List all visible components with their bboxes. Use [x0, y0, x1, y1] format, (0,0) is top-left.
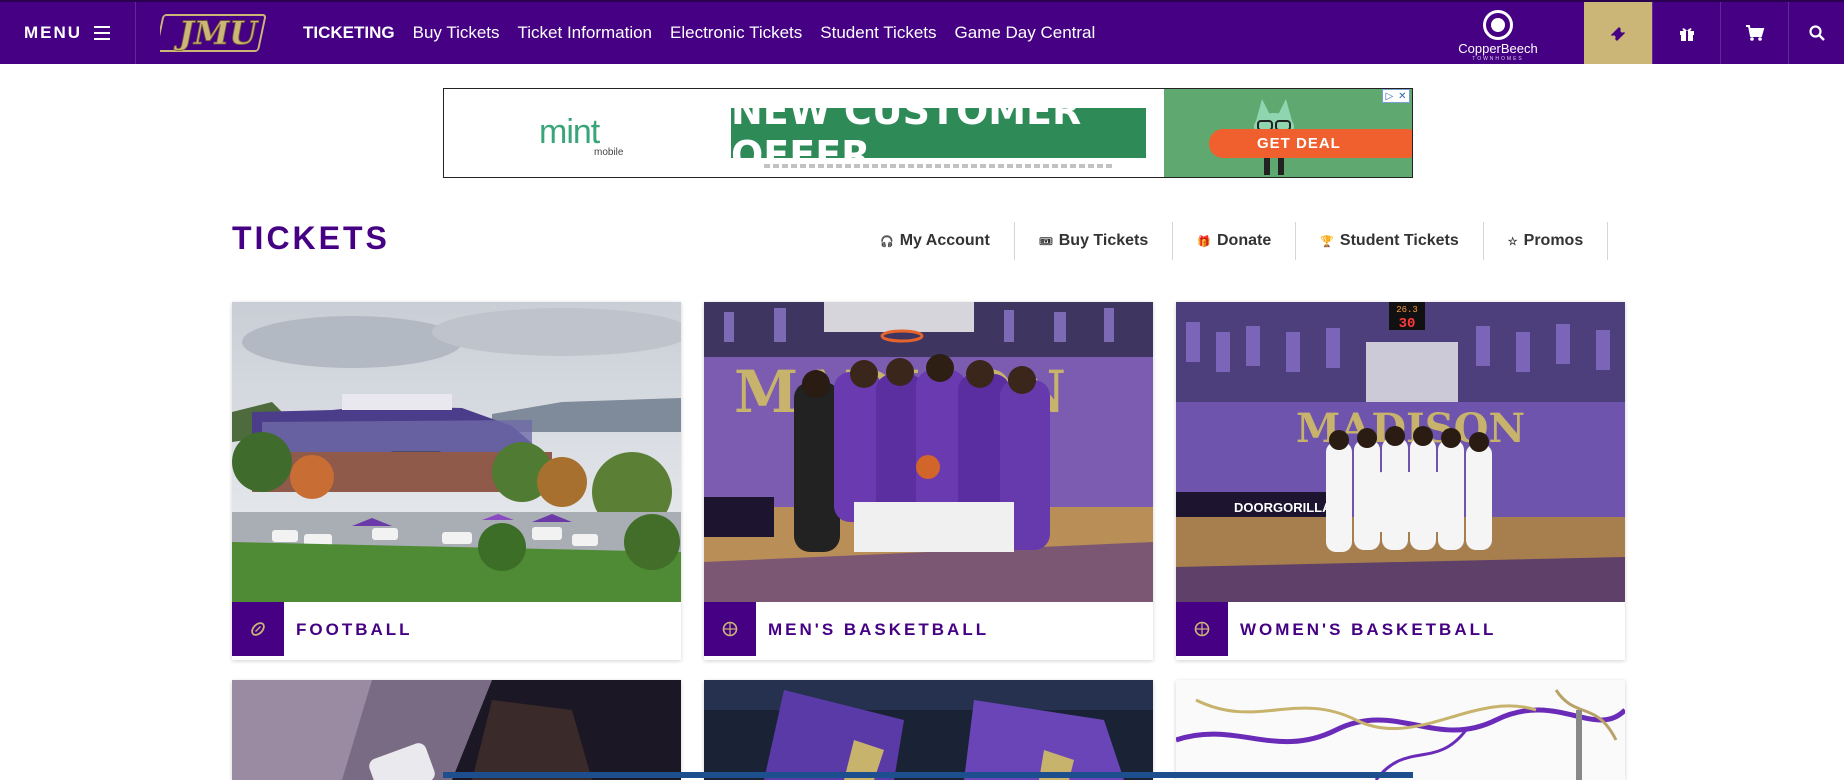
subnav-label: Buy Tickets	[1058, 232, 1149, 249]
tickets-button[interactable]	[1584, 2, 1652, 64]
ticket-icon: 🎟	[1038, 235, 1053, 248]
promo-card-flags[interactable]	[704, 680, 1153, 780]
nav-electronic-tickets[interactable]: Electronic Tickets	[670, 23, 802, 43]
ad-brand: mint	[539, 113, 600, 151]
subnav-label: Promos	[1523, 232, 1584, 249]
search-button[interactable]	[1788, 2, 1844, 64]
sticky-ad-edge	[443, 772, 1413, 778]
sport-card-mens-basketball[interactable]: MADISON	[704, 302, 1153, 660]
card-label: WOMEN'S BASKETBALL	[1240, 620, 1497, 639]
ad-banner[interactable]: mint mobile NEW CUSTOMER OFFER GET DEAL …	[443, 88, 1413, 178]
promo-card-celebration[interactable]	[1176, 680, 1625, 780]
subnav-label: Student Tickets	[1339, 232, 1459, 249]
ad-choices-icon[interactable]: ▷ ✕	[1382, 89, 1410, 103]
streamers-photo	[1176, 680, 1625, 780]
sponsor-sub: TOWNHOMES	[1472, 56, 1524, 62]
svg-text:DOORGORILLA: DOORGORILLA	[1234, 500, 1332, 515]
basketball-icon	[1176, 602, 1228, 656]
star-icon: ☆	[1507, 235, 1518, 248]
svg-text:26.3: 26.3	[1396, 305, 1418, 315]
nav-ticket-information[interactable]: Ticket Information	[518, 23, 652, 43]
hamburger-icon	[94, 26, 111, 40]
page-title: TICKETS	[232, 220, 390, 256]
womens-basketball-photo: 26.3 30 MADISON DOORGORILLA	[1176, 302, 1625, 602]
subnav-my-account[interactable]: 🎧 My Account	[856, 222, 1015, 260]
headset-icon: 🎧	[880, 235, 894, 248]
sponsor-mark-icon	[1483, 10, 1513, 40]
sponsor-logo[interactable]: CopperBeech TOWNHOMES	[1448, 8, 1548, 62]
nav-game-day-central[interactable]: Game Day Central	[955, 23, 1096, 43]
ticket-sub-nav: 🎧 My Account 🎟 Buy Tickets 🎁 Donate 🏆 St…	[856, 222, 1609, 260]
search-icon	[1808, 25, 1825, 41]
primary-nav: TICKETING Buy Tickets Ticket Information…	[303, 2, 1113, 64]
card-label: FOOTBALL	[296, 620, 413, 639]
svg-text:30: 30	[1399, 316, 1416, 332]
ad-headline: NEW CUSTOMER OFFER	[731, 89, 1146, 177]
subnav-promos[interactable]: ☆ Promos	[1484, 222, 1609, 260]
nav-ticketing[interactable]: TICKETING	[303, 23, 395, 43]
gift-icon: 🎁	[1197, 235, 1211, 248]
card-label: MEN'S BASKETBALL	[768, 620, 990, 639]
purple-flags-photo	[704, 680, 1153, 780]
gift-button[interactable]	[1652, 2, 1720, 64]
svg-text:JMU: JMU	[173, 14, 260, 52]
menu-label: MENU	[24, 23, 83, 42]
nav-buy-tickets[interactable]: Buy Tickets	[413, 23, 500, 43]
gift-icon	[1679, 28, 1694, 41]
ad-brand-sub: mobile	[594, 147, 624, 158]
subnav-donate[interactable]: 🎁 Donate	[1173, 222, 1297, 260]
sport-card-football[interactable]: FOOTBALL	[232, 302, 681, 660]
subnav-label: My Account	[899, 232, 990, 249]
ticket-icon	[1611, 27, 1625, 41]
ad-get-deal-button[interactable]: GET DEAL	[1209, 129, 1412, 158]
mens-basketball-photo: MADISON	[704, 302, 1153, 602]
subnav-buy-tickets[interactable]: 🎟 Buy Tickets	[1015, 222, 1174, 260]
football-icon	[232, 602, 284, 656]
sport-card-womens-basketball[interactable]: 26.3 30 MADISON DOORGORILLA WOMEN'S BASK…	[1176, 302, 1625, 660]
menu-button[interactable]: MENU	[0, 2, 136, 64]
cart-icon	[1745, 25, 1764, 41]
phone-in-hand-photo	[232, 680, 681, 780]
subnav-label: Donate	[1216, 232, 1272, 249]
card-footer: WOMEN'S BASKETBALL	[1176, 602, 1625, 656]
sponsor-name: CopperBeech	[1458, 41, 1538, 56]
promo-card-mobile[interactable]	[232, 680, 681, 780]
trophy-icon: 🏆	[1320, 235, 1334, 248]
subnav-student-tickets[interactable]: 🏆 Student Tickets	[1296, 222, 1484, 260]
jmu-logo[interactable]: JMU	[155, 13, 270, 53]
card-footer: MEN'S BASKETBALL	[704, 602, 1153, 656]
basketball-icon	[704, 602, 756, 656]
card-footer: FOOTBALL	[232, 602, 681, 656]
nav-student-tickets[interactable]: Student Tickets	[820, 23, 936, 43]
football-stadium-photo	[232, 302, 681, 602]
cart-button[interactable]	[1720, 2, 1788, 64]
ad-fine-print	[764, 164, 1114, 168]
top-nav-bar: MENU JMU TICKETING Buy Tickets Ticket In…	[0, 0, 1844, 64]
